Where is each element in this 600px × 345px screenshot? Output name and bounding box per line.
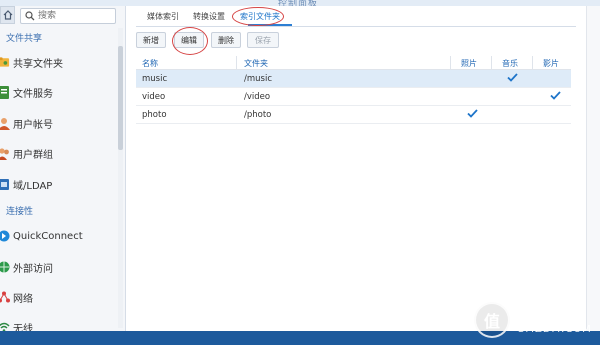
- cell-folder: /photo: [244, 110, 272, 120]
- sidebar-item-label: 用户群组: [13, 149, 53, 161]
- tab-media-index[interactable]: 媒体索引: [147, 11, 179, 22]
- sidebar-item-label: 用户帐号: [13, 119, 53, 131]
- table-row[interactable]: video/video: [136, 88, 571, 106]
- column-header-music[interactable]: 音乐: [502, 58, 518, 69]
- home-button[interactable]: [0, 6, 15, 24]
- search-input[interactable]: [38, 9, 113, 23]
- watermark-title: 什么值得买: [516, 306, 586, 322]
- quickconnect-icon: [0, 229, 10, 243]
- file-services-icon: [0, 85, 10, 99]
- annotation-oval-tab: [232, 7, 284, 26]
- search-icon: [25, 11, 35, 21]
- sidebar-item-quickconnect[interactable]: QuickConnect: [0, 225, 118, 247]
- sidebar: 文件共享 共享文件夹 文件服务 用户帐号 用户群组: [0, 6, 126, 331]
- column-divider: [236, 56, 237, 69]
- control-panel-window: 控制面板 文件共享 共享文件夹 文件服务: [0, 0, 600, 345]
- table-row[interactable]: photo/photo: [136, 106, 571, 124]
- column-header-folder[interactable]: 文件夹: [244, 58, 268, 69]
- watermark-site: SMZDM.COM: [518, 324, 592, 335]
- sidebar-item-label: QuickConnect: [13, 230, 83, 242]
- cell-name: photo: [142, 110, 167, 120]
- wifi-icon: [0, 320, 10, 331]
- cell-name: video: [142, 92, 166, 102]
- column-header-photo[interactable]: 照片: [461, 58, 477, 69]
- column-header-name[interactable]: 名称: [142, 58, 158, 69]
- table-header: 名称 文件夹 照片 音乐 影片: [136, 56, 571, 70]
- domain-icon: [0, 177, 10, 191]
- sidebar-item-domain-ldap[interactable]: 域/LDAP: [0, 173, 118, 195]
- checkmark-icon[interactable]: [550, 91, 561, 100]
- sidebar-item-network[interactable]: 网络: [0, 286, 118, 308]
- checkmark-icon[interactable]: [507, 73, 518, 82]
- add-button[interactable]: 新增: [136, 32, 166, 48]
- section-header-connectivity: 连接性: [6, 207, 34, 217]
- sidebar-item-label: 域/LDAP: [13, 180, 53, 192]
- annotation-oval-edit: [172, 27, 208, 55]
- search-box[interactable]: [20, 8, 116, 24]
- home-icon: [3, 10, 12, 20]
- save-button[interactable]: 保存: [247, 32, 279, 48]
- column-divider: [532, 56, 533, 69]
- checkmark-icon[interactable]: [467, 109, 478, 118]
- column-divider: [491, 56, 492, 69]
- sidebar-item-file-services[interactable]: 文件服务: [0, 81, 118, 103]
- delete-button[interactable]: 删除: [211, 32, 241, 48]
- watermark-logo-glyph: 值: [483, 312, 500, 331]
- sidebar-item-external-access[interactable]: 外部访问: [0, 256, 118, 278]
- cell-name: music: [142, 74, 168, 84]
- globe-icon: [0, 260, 10, 274]
- table-row[interactable]: music/music: [136, 70, 571, 88]
- sidebar-item-user-account[interactable]: 用户帐号: [0, 112, 118, 134]
- sidebar-item-label: 文件服务: [13, 88, 53, 100]
- watermark-logo: 值: [474, 302, 510, 338]
- network-icon: [0, 290, 10, 304]
- cell-folder: /music: [244, 74, 272, 84]
- user-icon: [0, 116, 10, 130]
- sidebar-item-label: 网络: [13, 293, 33, 305]
- section-header-file-sharing: 文件共享: [6, 34, 43, 44]
- sidebar-item-label: 外部访问: [13, 263, 53, 275]
- sidebar-item-shared-folder[interactable]: 共享文件夹: [0, 51, 118, 73]
- sidebar-scrollbar-thumb[interactable]: [118, 46, 123, 150]
- group-icon: [0, 146, 10, 160]
- tab-bar: 媒体索引 转换设置 索引文件夹: [136, 6, 576, 27]
- sidebar-item-label: 共享文件夹: [13, 58, 63, 70]
- index-folder-table: 名称 文件夹 照片 音乐 影片 music/music video/video ph…: [136, 56, 571, 124]
- column-divider: [450, 56, 451, 69]
- main-scrollbar[interactable]: [586, 6, 600, 331]
- column-header-video[interactable]: 影片: [543, 58, 559, 69]
- main-panel: 媒体索引 转换设置 索引文件夹 新增 编辑 删除 保存 名称 文件夹 照片 音乐…: [126, 6, 586, 331]
- sidebar-item-user-group[interactable]: 用户群组: [0, 142, 118, 164]
- sidebar-item-wireless[interactable]: 无线: [0, 316, 118, 331]
- taskbar: [0, 331, 600, 345]
- shared-folder-icon: [0, 55, 10, 69]
- tab-conversion-settings[interactable]: 转换设置: [193, 11, 225, 22]
- sidebar-item-label: 无线: [13, 323, 33, 332]
- cell-folder: /video: [244, 92, 271, 102]
